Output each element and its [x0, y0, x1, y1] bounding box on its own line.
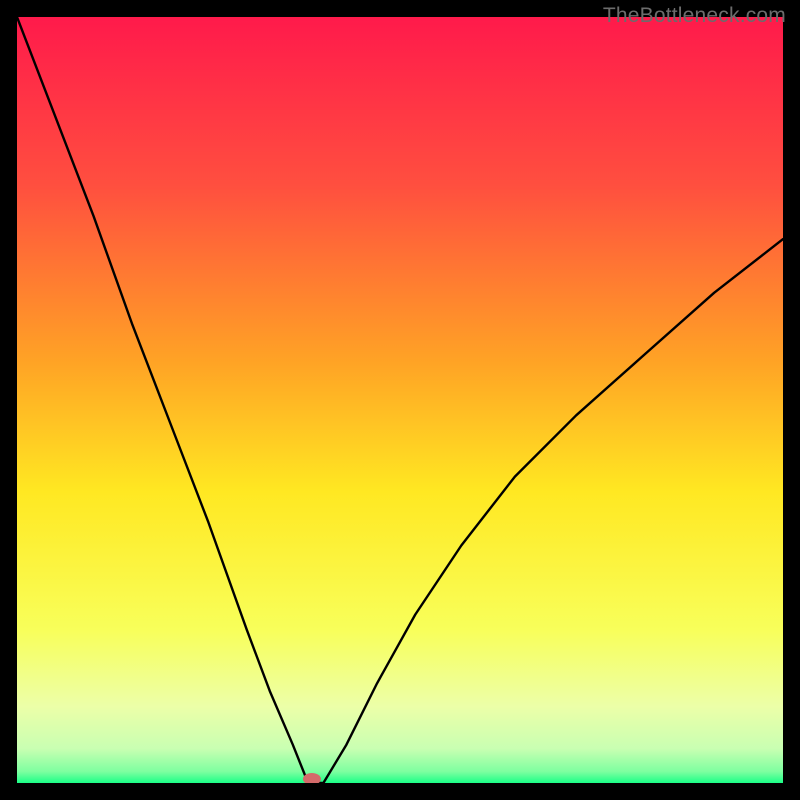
chart-frame: TheBottleneck.com — [0, 0, 800, 800]
watermark-text: TheBottleneck.com — [603, 4, 786, 28]
chart-svg — [17, 17, 783, 783]
gradient-background — [17, 17, 783, 783]
plot-area — [17, 17, 783, 783]
